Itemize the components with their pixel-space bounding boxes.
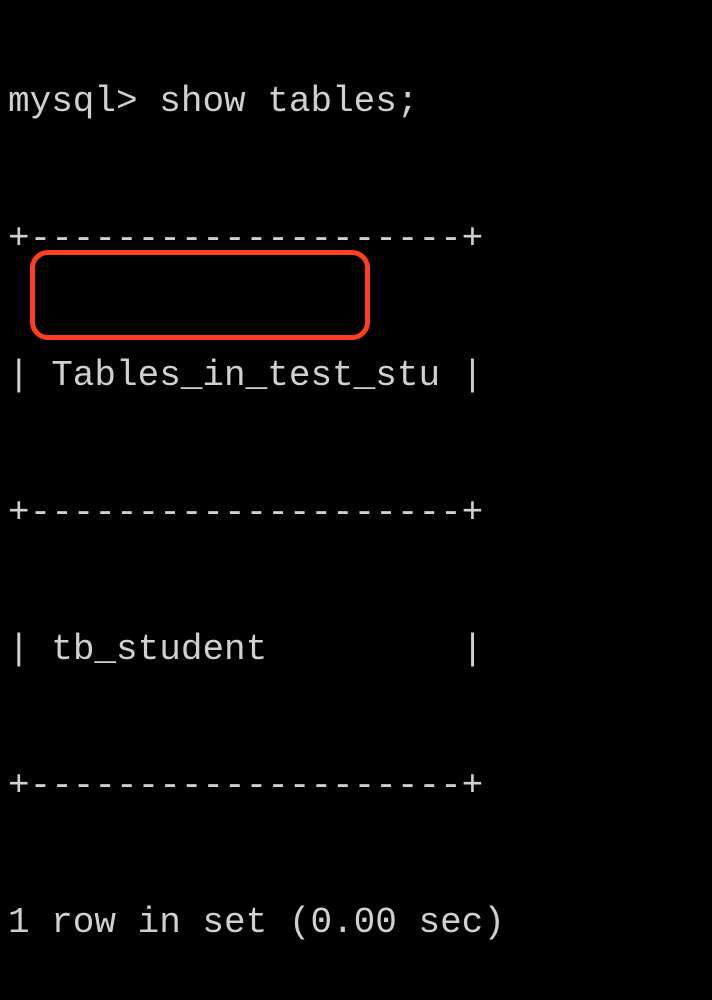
command-line: mysql> show tables; xyxy=(8,68,704,136)
table-header-row: | Tables_in_test_stu | xyxy=(8,342,704,410)
table-name-value: tb_student xyxy=(51,629,267,670)
table-border-top: +--------------------+ xyxy=(8,205,704,273)
table-border-bottom: +--------------------+ xyxy=(8,752,704,820)
result-summary: 1 row in set (0.00 sec) xyxy=(8,889,704,957)
sql-command: show tables; xyxy=(159,81,418,122)
row-suffix: | xyxy=(267,629,483,670)
mysql-prompt: mysql> xyxy=(8,81,159,122)
table-data-row: | tb_student | xyxy=(8,616,704,684)
row-prefix: | xyxy=(8,629,51,670)
table-border-mid: +--------------------+ xyxy=(8,479,704,547)
terminal-output: mysql> show tables; +-------------------… xyxy=(8,0,704,1000)
